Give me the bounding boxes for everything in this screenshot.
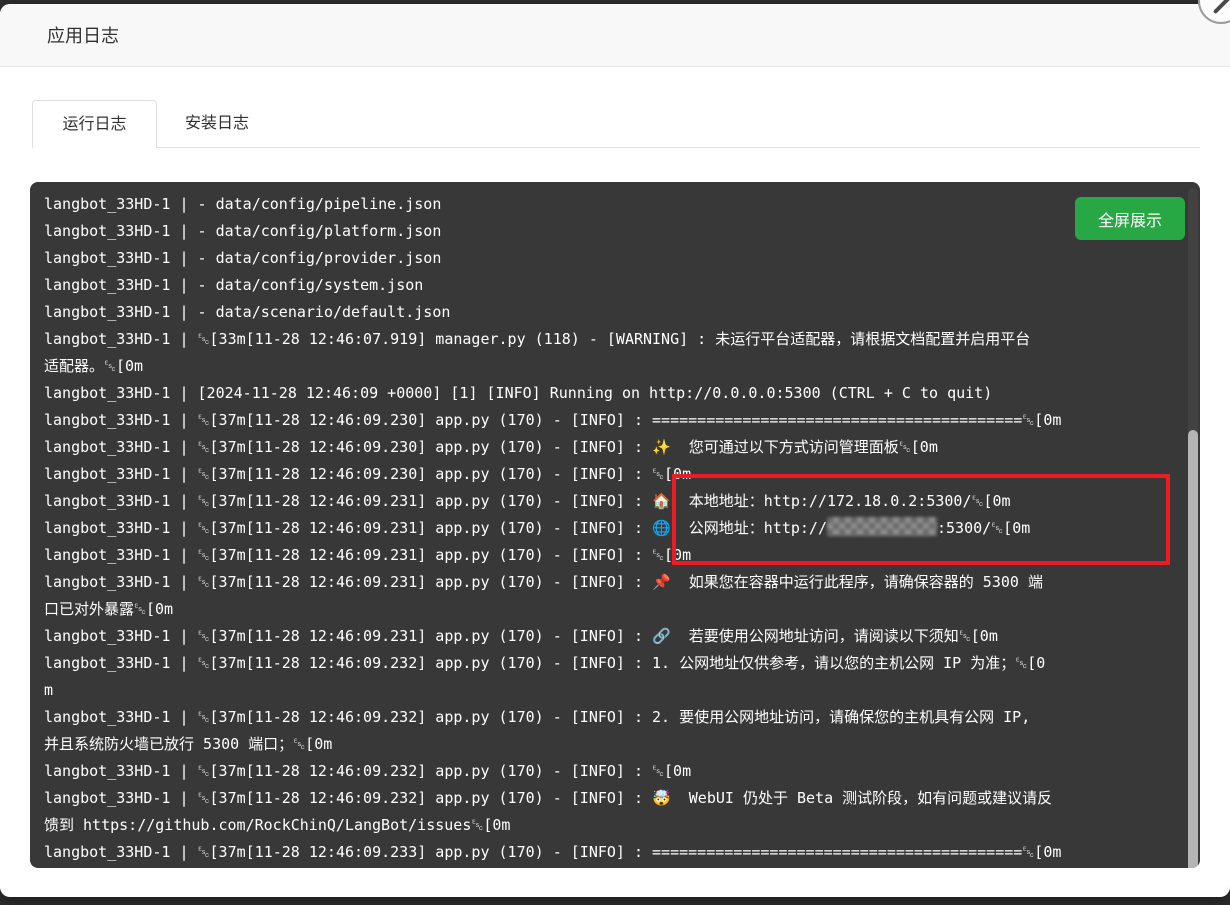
tab-install-log[interactable]: 安装日志 (157, 100, 277, 148)
tab-bar: 运行日志 安装日志 (32, 100, 1200, 148)
log-line: langbot_33HD-1 | ␛[37m[11-28 12:46:09.23… (44, 785, 1186, 839)
log-line: langbot_33HD-1 | - data/config/provider.… (44, 245, 1186, 272)
log-line: langbot_33HD-1 | ␛[37m[11-28 12:46:09.23… (44, 839, 1186, 866)
log-line: langbot_33HD-1 | ␛[37m[11-28 12:46:09.23… (44, 704, 1186, 758)
tab-baseline-divider (32, 147, 1200, 148)
tab-run-log[interactable]: 运行日志 (32, 100, 157, 148)
diagonal-arrow-icon (1213, 0, 1230, 14)
dialog-header: 应用日志 (0, 4, 1230, 67)
log-line: langbot_33HD-1 | ␛[37m[11-28 12:46:09.23… (44, 569, 1186, 623)
log-line: langbot_33HD-1 | ␛[37m[11-28 12:46:09.23… (44, 488, 1186, 515)
log-line: langbot_33HD-1 | - data/scenario/default… (44, 299, 1186, 326)
page-title: 应用日志 (47, 22, 119, 48)
redacted-public-ip (827, 517, 937, 536)
log-line: langbot_33HD-1 | ␛[37m[11-28 12:46:09.23… (44, 434, 1186, 461)
log-text: :5300/␛[0m (937, 519, 1030, 537)
log-line: langbot_33HD-1 | ␛[33m[11-28 12:46:07.91… (44, 326, 1186, 380)
log-line: langbot_33HD-1 | - data/config/platform.… (44, 218, 1186, 245)
log-line: langbot_33HD-1 | ␛[37m[11-28 12:46:09.23… (44, 461, 1186, 488)
log-line: langbot_33HD-1 | - data/config/pipeline.… (44, 191, 1186, 218)
fullscreen-button[interactable]: 全屏展示 (1075, 197, 1185, 240)
log-line: langbot_33HD-1 | ␛[37m[11-28 12:46:09.23… (44, 515, 1186, 542)
log-line: langbot_33HD-1 | ␛[37m[11-28 12:46:09.23… (44, 407, 1186, 434)
log-terminal[interactable]: langbot_33HD-1 | - data/config/pipeline.… (30, 182, 1200, 868)
log-line: langbot_33HD-1 | [2024-11-28 12:46:09 +0… (44, 380, 1186, 407)
log-line: langbot_33HD-1 | ␛[37m[11-28 12:46:09.23… (44, 542, 1186, 569)
log-line: langbot_33HD-1 | ␛[37m[11-28 12:46:09.23… (44, 650, 1186, 704)
log-line: langbot_33HD-1 | ␛[37m[11-28 12:46:09.23… (44, 623, 1186, 650)
log-lines: langbot_33HD-1 | - data/config/pipeline.… (44, 191, 1186, 866)
log-text: langbot_33HD-1 | ␛[37m[11-28 12:46:09.23… (44, 519, 827, 537)
page-backdrop: { "header": { "title": "应用日志" }, "tabs":… (0, 0, 1230, 905)
tab-run-log-label: 运行日志 (62, 116, 126, 133)
log-line: langbot_33HD-1 | ␛[37m[11-28 12:46:09.23… (44, 758, 1186, 785)
app-log-dialog: 应用日志 运行日志 安装日志 langbot_33HD-1 | - data/c… (0, 4, 1230, 897)
tab-install-log-label: 安装日志 (185, 115, 249, 132)
terminal-scrollbar-thumb[interactable] (1188, 430, 1198, 868)
log-line: langbot_33HD-1 | - data/config/system.js… (44, 272, 1186, 299)
